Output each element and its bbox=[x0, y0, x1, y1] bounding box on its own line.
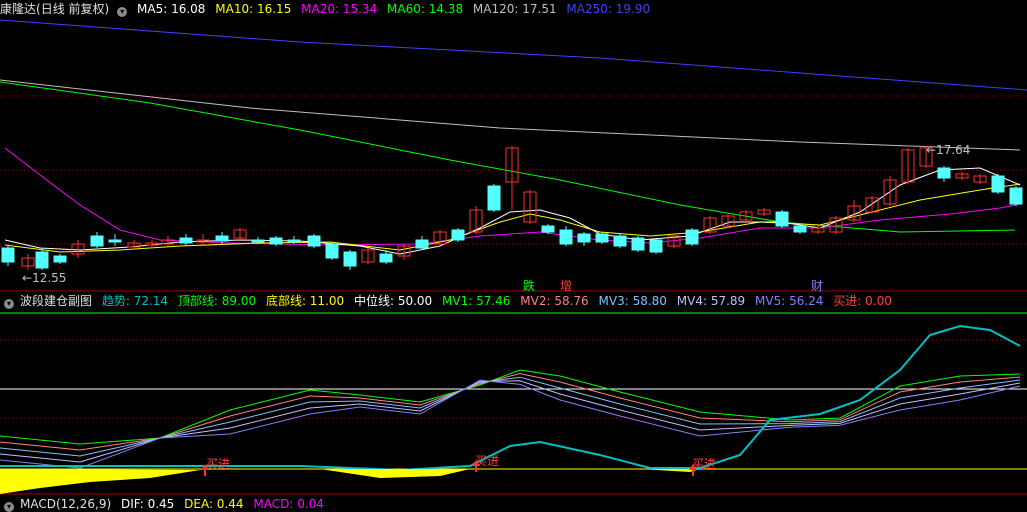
chart-canvas[interactable] bbox=[0, 0, 1027, 508]
candlestick bbox=[251, 239, 265, 243]
sub-settings-toggle-icon[interactable]: ▾ bbox=[4, 299, 14, 309]
mv4-line bbox=[0, 380, 1021, 463]
candlestick bbox=[937, 167, 951, 179]
candlestick bbox=[179, 237, 193, 244]
macd-value-label: MACD: 0.04 bbox=[253, 497, 324, 511]
macd-dea-label: DEA: 0.44 bbox=[184, 497, 244, 511]
period-label: (日线 前复权) bbox=[36, 2, 110, 16]
candlestick bbox=[287, 239, 301, 243]
candlestick bbox=[90, 235, 104, 247]
candlestick bbox=[577, 233, 591, 243]
mv2-label: MV2: 58.76 bbox=[520, 294, 589, 308]
mid-line-label: 中位线: 50.00 bbox=[353, 294, 433, 308]
candlestick bbox=[595, 233, 609, 243]
mv5-line bbox=[0, 379, 1021, 469]
candlestick bbox=[685, 229, 699, 245]
candlestick bbox=[343, 251, 357, 267]
ma120-line bbox=[0, 79, 1021, 151]
candlestick bbox=[35, 251, 49, 269]
mv4-label: MV4: 57.89 bbox=[676, 294, 746, 308]
sub-chart-title: 波段建仓副图 bbox=[20, 294, 93, 308]
buy-signal-label: 买进: 0.00 bbox=[833, 294, 892, 308]
candlestick bbox=[307, 235, 321, 247]
ma250-line bbox=[0, 19, 1027, 91]
mv3-label: MV3: 58.80 bbox=[598, 294, 667, 308]
candlestick bbox=[1009, 187, 1023, 205]
candlestick bbox=[1, 247, 15, 263]
candlestick bbox=[215, 235, 229, 242]
candlestick bbox=[53, 255, 67, 263]
ma60-line bbox=[0, 81, 1016, 233]
mv1-label: MV1: 57.46 bbox=[442, 294, 511, 308]
settings-toggle-icon[interactable]: ▾ bbox=[117, 7, 128, 17]
candlestick bbox=[325, 243, 339, 259]
main-chart-title-bar: 康隆达(日线 前复权) ▾ MA5: 16.08 MA10: 16.15 MA20… bbox=[0, 1, 656, 17]
macd-settings-toggle-icon[interactable]: ▾ bbox=[4, 502, 14, 512]
mv5-label: MV5: 56.24 bbox=[755, 294, 824, 308]
ma60-label: MA60: 14.38 bbox=[387, 2, 464, 16]
bottom-line-label: 底部线: 11.00 bbox=[265, 294, 345, 308]
candlestick bbox=[269, 237, 283, 245]
ma250-label: MA250: 19.90 bbox=[566, 2, 651, 16]
ma5-label: MA5: 16.08 bbox=[137, 2, 206, 16]
macd-title: MACD(12,26,9) bbox=[20, 497, 112, 511]
buy-signal-2[interactable]: 买进 bbox=[475, 452, 499, 469]
stock-name: 康隆达 bbox=[0, 2, 37, 16]
candlestick bbox=[108, 239, 122, 243]
sub-chart-title-bar: ▾ 波段建仓副图 趋势: 72.14 顶部线: 89.00 底部线: 11.00 … bbox=[0, 293, 898, 309]
trend-label: 趋势: 72.14 bbox=[101, 294, 169, 308]
low-price-label: ←12.55 bbox=[22, 271, 67, 285]
ma120-label: MA120: 17.51 bbox=[472, 2, 557, 16]
high-price-label: ←17.64 bbox=[926, 143, 971, 157]
event-marker-finance[interactable]: 财 bbox=[811, 277, 823, 294]
macd-dif-label: DIF: 0.45 bbox=[120, 497, 175, 511]
candlestick bbox=[649, 239, 663, 253]
ma10-label: MA10: 16.15 bbox=[215, 2, 292, 16]
candlestick bbox=[775, 211, 789, 227]
candlestick bbox=[991, 175, 1005, 193]
macd-title-bar: ▾ MACD(12,26,9) DIF: 0.45 DEA: 0.44 MACD:… bbox=[0, 496, 330, 512]
event-marker-fall[interactable]: 跌 bbox=[523, 277, 535, 294]
candlestick bbox=[487, 185, 501, 211]
bottom-area bbox=[0, 469, 200, 494]
buy-signal-3[interactable]: 买进 bbox=[692, 455, 716, 472]
trend-line bbox=[0, 324, 1021, 472]
bottom-area bbox=[320, 469, 470, 478]
candlestick bbox=[631, 237, 645, 251]
candlestick bbox=[451, 229, 465, 241]
candlestick bbox=[613, 235, 627, 247]
ma20-label: MA20: 15.34 bbox=[301, 2, 378, 16]
candlestick bbox=[793, 225, 807, 233]
event-marker-increase[interactable]: 增 bbox=[560, 277, 572, 294]
candlestick bbox=[541, 225, 555, 233]
candlestick bbox=[559, 229, 573, 245]
candlestick bbox=[379, 253, 393, 263]
top-line-label: 顶部线: 89.00 bbox=[177, 294, 257, 308]
buy-signal-1[interactable]: 买进 bbox=[206, 455, 230, 472]
candlestick bbox=[415, 239, 429, 249]
